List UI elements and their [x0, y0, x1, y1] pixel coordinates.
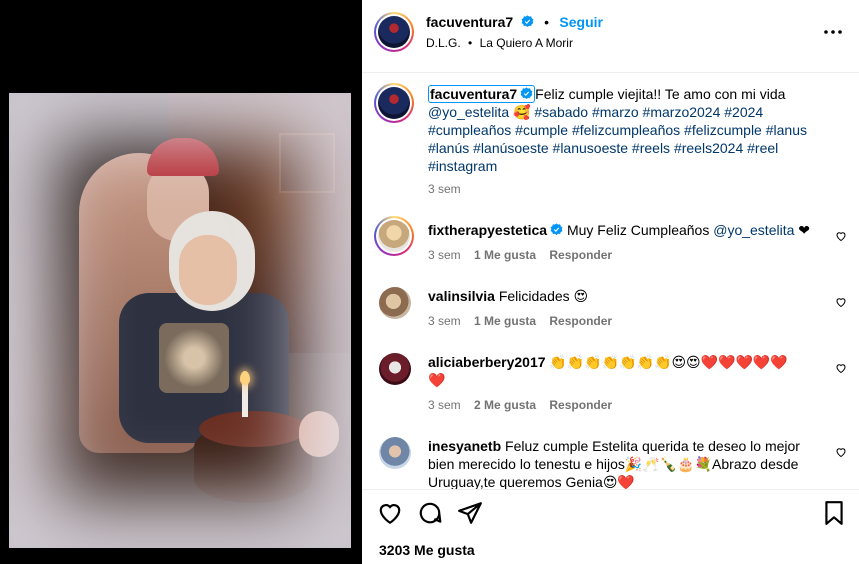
more-icon[interactable] — [824, 26, 842, 38]
comment-icon[interactable] — [417, 500, 443, 526]
comment-body: aliciaberbery2017 👏👏👏👏👏👏👏😍😍❤️❤️❤️❤️❤️ ❤️ — [428, 353, 828, 389]
comments-scroll-area[interactable]: facuventura7 Feliz cumple viejita!! Te am… — [362, 73, 859, 489]
comment-time: 3 sem — [428, 314, 461, 328]
comment-body: inesyanetb Feluz cumple Estelita querida… — [428, 437, 828, 489]
post-photo[interactable] — [9, 93, 351, 548]
comment-likes[interactable]: 2 Me gusta — [474, 398, 536, 412]
share-icon[interactable] — [457, 500, 483, 526]
audio-song: La Quiero A Morir — [479, 36, 573, 50]
post-header-user: facuventura7 • Seguir — [426, 14, 603, 32]
reply-button[interactable]: Responder — [549, 248, 612, 262]
reply-button[interactable]: Responder — [549, 314, 612, 328]
comment-time: 3 sem — [428, 398, 461, 412]
audio-dot: • — [468, 36, 473, 50]
caption-emoji: 🥰 — [513, 104, 531, 120]
post-media[interactable] — [0, 0, 362, 564]
comment-username[interactable]: inesyanetb — [428, 438, 501, 454]
comment-text: Felicidades 😍 — [498, 288, 589, 304]
comment-time: 3 sem — [428, 248, 461, 262]
instagram-post-viewer: facuventura7 • Seguir D.L.G. • La Quiero… — [0, 0, 859, 564]
like-comment-heart-icon[interactable] — [835, 230, 847, 242]
comment-username[interactable]: valinsilvia — [428, 288, 495, 304]
comment-avatar[interactable] — [374, 216, 414, 256]
photo-vignette — [9, 93, 351, 548]
follow-button[interactable]: Seguir — [559, 14, 603, 30]
like-comment-heart-icon[interactable] — [835, 362, 847, 374]
caption: facuventura7 Feliz cumple viejita!! Te am… — [428, 85, 848, 175]
comment-avatar[interactable] — [379, 353, 411, 385]
actions-divider — [362, 489, 859, 490]
comment-meta: 3 sem 2 Me gusta Responder — [428, 398, 612, 412]
like-comment-heart-icon[interactable] — [835, 446, 847, 458]
caption-hashtags-1[interactable]: #sabado #marzo #marzo2024 #2024 — [534, 104, 763, 120]
header-dot: • — [544, 14, 549, 30]
author-username[interactable]: facuventura7 — [426, 14, 513, 30]
comment-meta: 3 sem 1 Me gusta Responder — [428, 248, 612, 262]
comment-suffix: ❤ — [798, 222, 811, 238]
like-comment-heart-icon[interactable] — [835, 296, 847, 308]
comment-likes[interactable]: 1 Me gusta — [474, 314, 536, 328]
comment-username[interactable]: fixtherapyestetica — [428, 222, 547, 238]
reply-button[interactable]: Responder — [549, 398, 612, 412]
comment-body: fixtherapyestetica Muy Feliz Cumpleaños … — [428, 221, 828, 239]
caption-hashtags-4[interactable]: #instagram — [428, 158, 497, 174]
comment-meta: 3 sem 1 Me gusta Responder — [428, 314, 612, 328]
caption-author-link[interactable]: facuventura7 — [428, 85, 536, 103]
comment-body: valinsilvia Felicidades 😍 — [428, 287, 588, 305]
save-icon[interactable] — [821, 500, 847, 526]
comment-mention[interactable]: @yo_estelita — [713, 222, 794, 238]
like-count[interactable]: 3203 Me gusta — [379, 542, 475, 558]
audio-artist: D.L.G. — [426, 36, 461, 50]
comment-text-cont: bien merecido lo tenestu e hijos🎉🥂🍾🎂💐Abr… — [428, 456, 799, 472]
heart-icon[interactable] — [377, 500, 403, 526]
comment-text: Feluz cumple Estelita querida te deseo l… — [505, 438, 800, 454]
caption-time: 3 sem — [428, 182, 461, 196]
caption-mention[interactable]: @yo_estelita — [428, 104, 509, 120]
comment-text-cont: ❤️ — [428, 372, 446, 388]
caption-hashtags-3[interactable]: #lanús #lanúsoeste #lanusoeste #reels #r… — [428, 140, 778, 156]
comment-avatar[interactable] — [379, 437, 411, 469]
comment-username[interactable]: aliciaberbery2017 — [428, 354, 546, 370]
comment-text: Muy Feliz Cumpleaños — [566, 222, 710, 238]
comment-avatar[interactable] — [379, 287, 411, 319]
verified-icon — [521, 15, 533, 28]
post-side-panel: facuventura7 • Seguir D.L.G. • La Quiero… — [362, 0, 859, 564]
comment-text: 👏👏👏👏👏👏👏😍😍❤️❤️❤️❤️❤️ — [549, 354, 788, 370]
verified-icon — [550, 223, 563, 236]
comment-text-cont: Uruguay,te queremos Genia😍❤️ — [428, 474, 635, 489]
caption-hashtags-2[interactable]: #cumpleaños #cumple #felizcumpleaños #fe… — [428, 122, 807, 138]
audio-info[interactable]: D.L.G. • La Quiero A Morir — [426, 36, 573, 50]
author-avatar[interactable] — [374, 12, 414, 52]
caption-text: Feliz cumple viejita!! Te amo con mi vid… — [535, 86, 786, 102]
caption-avatar[interactable] — [374, 83, 414, 123]
verified-icon — [520, 87, 533, 100]
comment-likes[interactable]: 1 Me gusta — [474, 248, 536, 262]
